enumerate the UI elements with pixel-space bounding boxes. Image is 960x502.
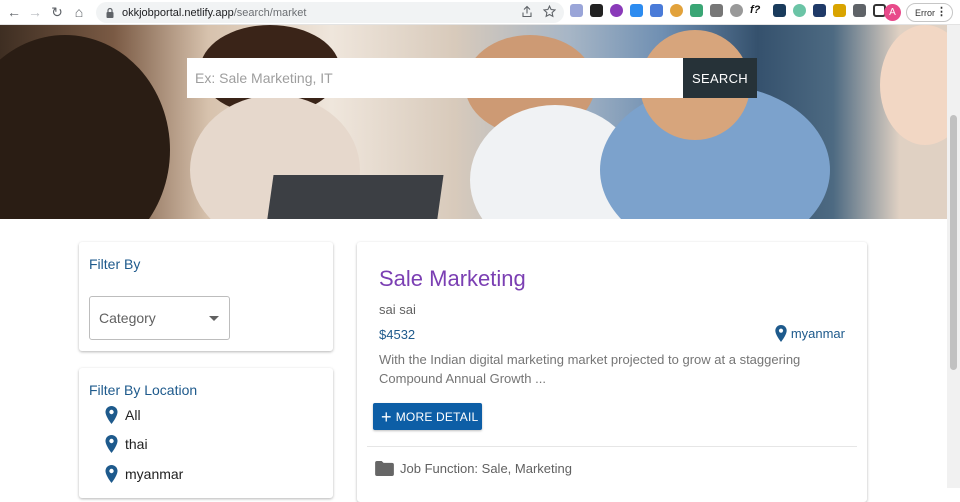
location-pin-icon <box>105 406 118 424</box>
chart-extension-icon[interactable] <box>813 4 826 17</box>
location-item-thai[interactable]: thai <box>105 435 148 453</box>
lock-icon <box>106 7 114 18</box>
company-name: sai sai <box>379 302 416 317</box>
bookmark-star-icon[interactable] <box>543 5 556 18</box>
job-description: With the Indian digital marketing market… <box>379 352 801 386</box>
folder-icon <box>375 461 394 476</box>
grid-extension-icon[interactable] <box>773 4 786 17</box>
location-item-all[interactable]: All <box>105 406 141 424</box>
search-button[interactable]: SEARCH <box>683 58 757 98</box>
salary: $4532 <box>379 327 416 342</box>
job-title[interactable]: Sale Marketing <box>379 266 526 292</box>
profile-avatar[interactable]: A <box>884 4 901 21</box>
location-item-myanmar[interactable]: myanmar <box>105 465 183 483</box>
error-button[interactable]: Error ⋮ <box>906 3 953 22</box>
location-filter-title: Filter By Location <box>89 382 198 398</box>
scrollbar-thumb[interactable] <box>950 115 957 370</box>
translate-extension-icon[interactable] <box>650 4 663 17</box>
job-function: Job Function: Sale, Marketing <box>375 461 572 476</box>
search-input[interactable] <box>187 58 683 98</box>
menu-dots-icon[interactable]: ⋮ <box>936 5 947 18</box>
stack-extension-icon[interactable] <box>690 4 703 17</box>
share-icon[interactable] <box>521 5 533 18</box>
hero-banner: SEARCH <box>0 25 947 219</box>
pen-extension-icon[interactable] <box>590 4 603 17</box>
search-bar: SEARCH <box>187 58 757 98</box>
job-card: Sale Marketing sai sai $4532 myanmar Wit… <box>357 242 867 502</box>
back-icon[interactable]: ← <box>3 1 25 23</box>
filter-title: Filter By <box>89 256 141 272</box>
category-select[interactable]: Category <box>89 296 230 340</box>
reload-icon[interactable]: ↻ <box>46 1 68 23</box>
calendar-extension-icon[interactable] <box>833 4 846 17</box>
location-filter-card: Filter By Location All thai myanmar <box>79 368 333 498</box>
location-pin-icon <box>105 465 118 483</box>
forward-icon[interactable]: → <box>24 1 46 23</box>
filter-card: Filter By Category <box>79 242 333 351</box>
extensions-row: f? <box>570 4 886 17</box>
dropdown-caret-icon <box>209 316 219 321</box>
location-pin-icon <box>775 325 787 342</box>
shield-extension-icon[interactable] <box>570 4 583 17</box>
plus-icon: + <box>381 406 392 427</box>
fx-extension-icon[interactable]: f? <box>750 4 766 17</box>
more-detail-button[interactable]: + MORE DETAIL <box>373 403 482 430</box>
browser-toolbar: ← → ↻ ⌂ okkjobportal.netlify.app/search/… <box>0 0 960 25</box>
blue-extension-icon[interactable] <box>630 4 643 17</box>
page-scrollbar[interactable] <box>947 25 960 488</box>
divider <box>367 446 857 447</box>
sun-extension-icon[interactable] <box>670 4 683 17</box>
bug-extension-icon[interactable] <box>730 4 743 17</box>
url-text: okkjobportal.netlify.app/search/market <box>122 6 307 19</box>
leaf-extension-icon[interactable] <box>793 4 806 17</box>
location-pin-icon <box>105 435 118 453</box>
purple-extension-icon[interactable] <box>610 4 623 17</box>
image-extension-icon[interactable] <box>710 4 723 17</box>
job-location: myanmar <box>775 325 845 342</box>
address-bar[interactable]: okkjobportal.netlify.app/search/market <box>96 2 564 23</box>
puzzle-icon[interactable] <box>853 4 866 17</box>
category-select-label: Category <box>99 310 156 326</box>
home-icon[interactable]: ⌂ <box>68 1 90 23</box>
